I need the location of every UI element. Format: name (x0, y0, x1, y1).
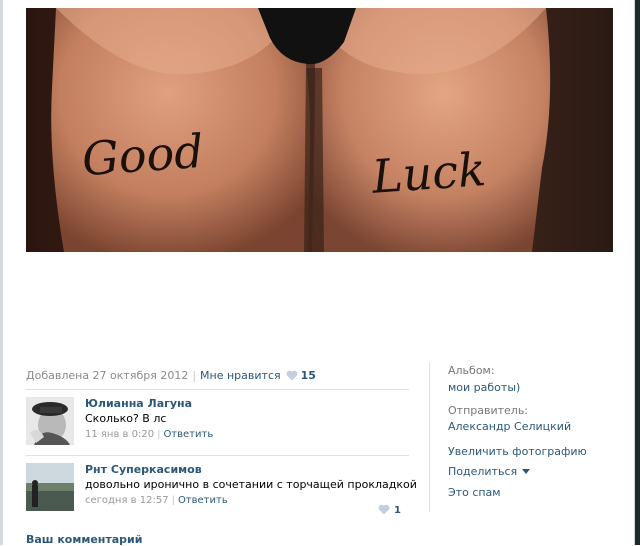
like-count[interactable]: 15 (301, 369, 316, 382)
comment-like-count: 1 (394, 505, 401, 516)
divider (26, 389, 409, 390)
avatar[interactable] (26, 463, 74, 511)
photo[interactable]: Good Luck (26, 8, 613, 252)
spam-link[interactable]: Это спам (448, 486, 501, 499)
share-link[interactable]: Поделиться (448, 465, 517, 478)
spam: Это спам (448, 486, 501, 499)
comment: Рнт Суперкасимов довольно иронично в соч… (26, 463, 417, 523)
avatar[interactable] (26, 397, 74, 445)
tattoo-text-good: Good (80, 123, 206, 187)
your-comment-label: Ваш комментарий (26, 533, 143, 546)
divider (26, 455, 409, 456)
comment-author[interactable]: Юлианна Лагуна (85, 397, 409, 412)
caret-down-icon[interactable] (522, 469, 531, 474)
album-label: Альбом: (448, 364, 495, 377)
window-edge-right (634, 0, 640, 545)
comment-time[interactable]: сегодня в 12:57 (85, 495, 169, 506)
enlarge-photo-link[interactable]: Увеличить фотографию (448, 445, 587, 458)
album-link[interactable]: мои работы) (448, 381, 520, 395)
comment: Юлианна Лагуна Сколько? В лс 11 янв в 0:… (26, 397, 409, 457)
added-date: Добавлена 27 октября 2012 (26, 369, 189, 382)
separator: | (157, 429, 161, 440)
sidebar-divider (429, 362, 430, 512)
reply-link[interactable]: Ответить (178, 495, 228, 506)
comment-like[interactable]: 1 (378, 504, 401, 516)
comment-time[interactable]: 11 янв в 0:20 (85, 429, 154, 440)
sender-info: Отправитель: Александр Селицкий (448, 404, 571, 434)
sender-link[interactable]: Александр Селицкий (448, 420, 571, 434)
share-menu[interactable]: Поделиться (448, 465, 531, 478)
like-link[interactable]: Мне нравится (200, 369, 281, 382)
heart-icon (378, 504, 390, 515)
separator: | (192, 369, 197, 382)
comment-text: довольно иронично в сочетании с торчащей… (85, 478, 417, 491)
heart-icon[interactable] (286, 370, 298, 384)
comment-author[interactable]: Рнт Суперкасимов (85, 463, 409, 478)
tattoo-text-luck: Luck (370, 142, 488, 204)
actions: Увеличить фотографию (448, 445, 587, 458)
separator: | (171, 495, 175, 506)
reply-link[interactable]: Ответить (163, 429, 213, 440)
window-edge-left (0, 0, 3, 545)
album-info: Альбом: мои работы) (448, 364, 520, 395)
comment-text: Сколько? В лс (85, 412, 167, 425)
photo-meta: Добавлена 27 октября 2012 | Мне нравится 15 (26, 369, 316, 384)
sender-label: Отправитель: (448, 404, 529, 417)
